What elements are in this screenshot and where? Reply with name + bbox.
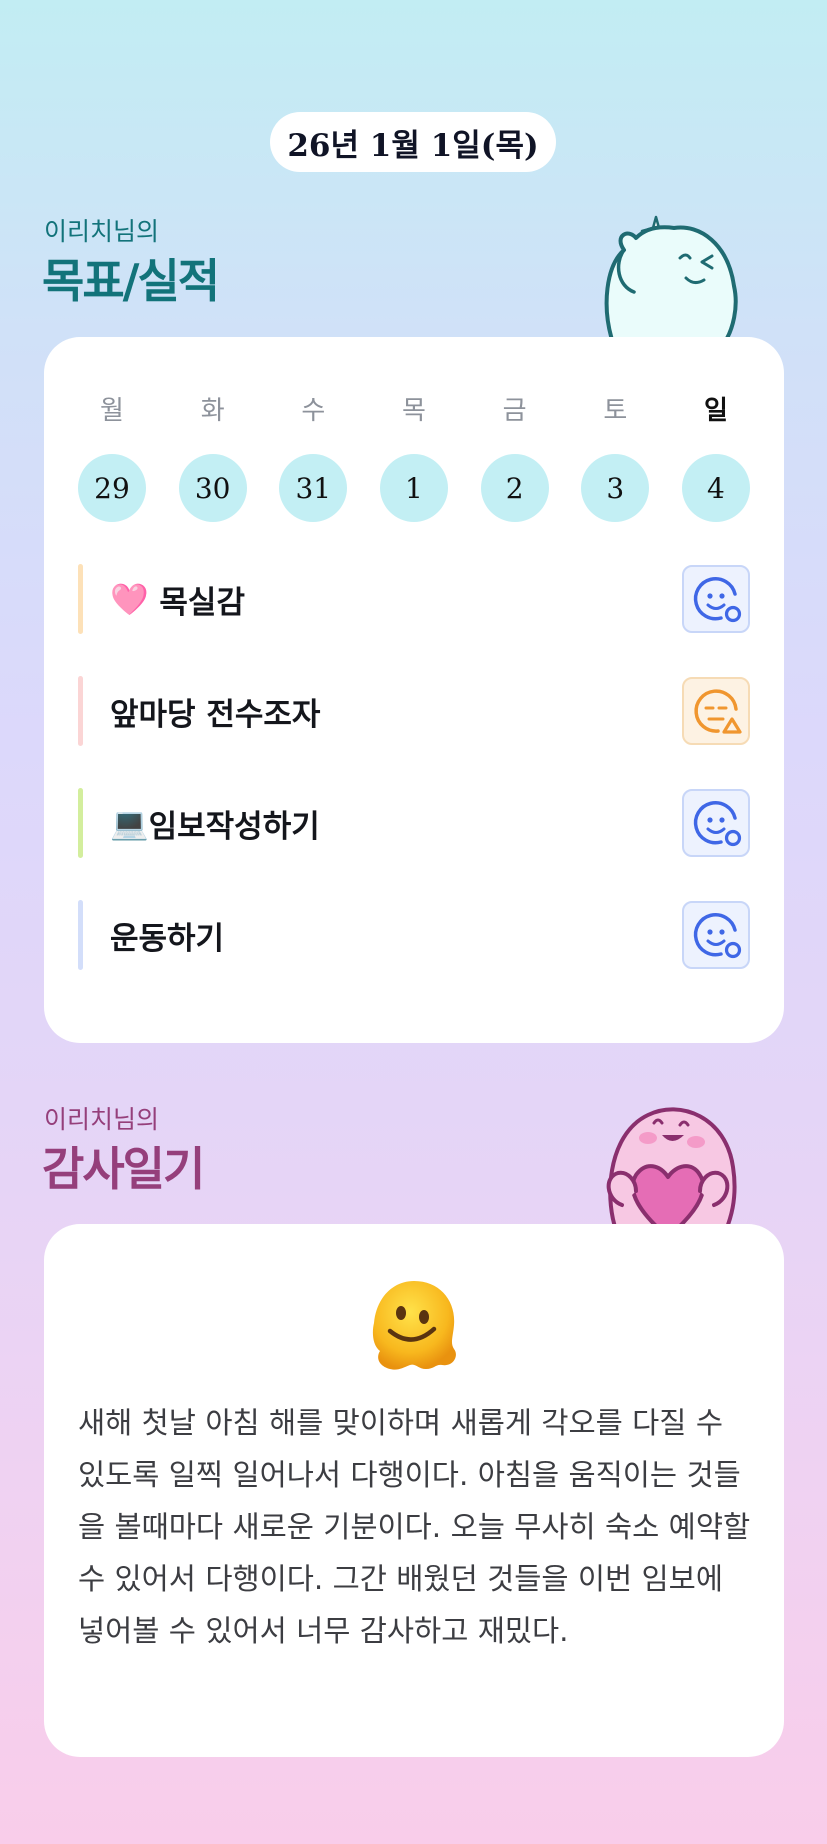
goal-label: 🩷 목실감 [110,581,245,621]
day-button[interactable]: 29 [78,454,146,522]
gratitude-subtitle: 이리치님의 [44,1105,160,1134]
weekday-label: 월 [100,396,124,426]
smiley-circle-icon [693,801,742,847]
weekday-row: 월 화 수 목 금 토 일 [78,390,750,427]
status-partial-button[interactable] [682,677,750,745]
goal-label: 💻 임보작성하기 [110,805,320,845]
goal-row[interactable]: 🩷 목실감 [78,564,750,634]
goal-row[interactable]: 운동하기 [78,900,750,970]
gratitude-diary-text: 새해 첫날 아침 해를 맞이하며 새롭게 각오를 다질 수 있도록 일찍 일어나… [78,1406,751,1648]
day-button[interactable]: 3 [581,454,650,522]
weekday-label: 금 [502,396,527,426]
heart-icon: 🩷 [110,581,149,618]
goal-label: 운동하기 [110,920,225,957]
weekday-label: 화 [200,396,225,426]
day-button[interactable]: 4 [681,454,750,522]
smiley-circle-icon [693,577,742,623]
pink-mascot-illustration [588,1095,748,1239]
day-button[interactable]: 1 [379,454,448,522]
goal-color-bar [78,900,83,970]
weekday-label: 수 [301,396,326,426]
goal-color-bar [78,676,83,746]
status-good-button[interactable] [682,789,750,857]
mint-mascot-illustration [594,208,744,342]
goal-color-bar [78,564,83,634]
gratitude-title: 감사일기 [42,1142,205,1196]
status-good-button[interactable] [682,565,750,633]
status-good-button[interactable] [682,901,750,969]
week-calendar: 월 화 수 목 금 토 일 29 30 31 1 2 3 4 [78,390,750,522]
goal-color-bar [78,788,83,858]
melting-face-icon [364,1275,464,1375]
goal-row[interactable]: 💻 임보작성하기 [78,788,750,858]
weekday-label: 목 [402,396,426,426]
goals-title: 목표/실적 [42,254,220,308]
date-pill[interactable]: 26년 1월 1일(목) [270,112,556,172]
day-button[interactable]: 30 [178,454,247,522]
laptop-icon: 💻 [110,805,149,842]
day-button[interactable]: 31 [279,454,348,522]
neutral-triangle-icon [694,689,742,734]
weekday-label: 토 [603,396,628,426]
day-button[interactable]: 2 [480,454,549,522]
smiley-circle-icon [693,913,742,959]
day-row: 29 30 31 1 2 3 4 [78,454,750,522]
goal-row[interactable]: 앞마당 전수조자 [78,676,750,746]
goal-label: 앞마당 전수조자 [110,696,321,733]
goals-subtitle: 이리치님의 [44,217,160,246]
weekday-label-sunday: 일 [703,396,728,426]
